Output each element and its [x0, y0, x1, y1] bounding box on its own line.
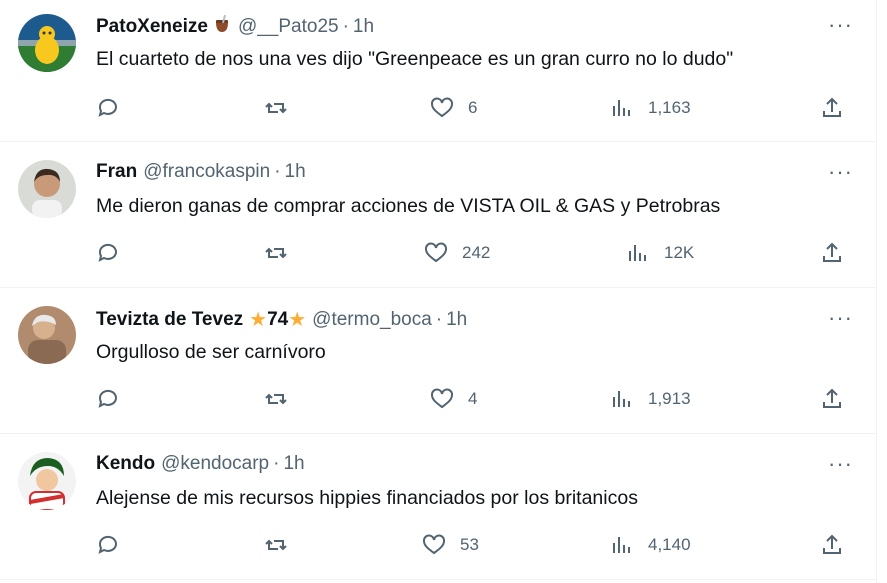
- handle[interactable]: @kendocarp: [161, 453, 269, 475]
- display-name[interactable]: Kendo: [96, 453, 155, 475]
- reply-icon: [98, 389, 117, 408]
- avatar[interactable]: [18, 452, 76, 510]
- reply-icon: [98, 535, 117, 554]
- handle[interactable]: @termo_boca: [312, 309, 432, 331]
- separator: ·: [273, 453, 280, 474]
- display-name-number: 74: [267, 308, 289, 330]
- retweet-button[interactable]: [264, 387, 288, 411]
- more-options-icon[interactable]: ···: [828, 451, 853, 477]
- tweet-header: Tevizta de Tevez ★ 74 ★ @termo_boca · 1h: [96, 307, 467, 332]
- tweet-header: Fran @francokaspin · 1h: [96, 161, 306, 183]
- like-count: 6: [468, 98, 478, 117]
- tweet[interactable]: Fran @francokaspin · 1h ··· Me dieron ga…: [0, 141, 877, 288]
- view-count: 12K: [664, 243, 695, 262]
- share-icon: [823, 242, 841, 262]
- tweet[interactable]: Tevizta de Tevez ★ 74 ★ @termo_boca · 1h…: [0, 287, 877, 434]
- retweet-button[interactable]: [264, 96, 288, 120]
- share-button[interactable]: [820, 96, 844, 120]
- heart-icon: [423, 534, 445, 555]
- tweet[interactable]: PatoXeneize @__Pato25 · 1h ··· El cuarte…: [0, 0, 877, 142]
- avatar[interactable]: [18, 160, 76, 218]
- separator: ·: [435, 308, 443, 330]
- share-icon: [823, 97, 841, 117]
- display-name[interactable]: Tevizta de Tevez: [96, 309, 243, 331]
- tweet-header: PatoXeneize @__Pato25 · 1h: [96, 14, 374, 39]
- tweet-actions: 4 1,913: [96, 387, 856, 413]
- timestamp[interactable]: 1h: [283, 453, 304, 475]
- tweet-feed: PatoXeneize @__Pato25 · 1h ··· El cuarte…: [0, 0, 887, 583]
- more-options-icon[interactable]: ···: [828, 12, 853, 38]
- like-count: 4: [468, 389, 478, 408]
- like-button[interactable]: 242: [424, 241, 490, 265]
- share-icon: [823, 388, 841, 408]
- views-icon: [613, 537, 630, 553]
- retweet-button[interactable]: [264, 533, 288, 557]
- reply-button[interactable]: [96, 241, 120, 265]
- timestamp[interactable]: 1h: [353, 16, 374, 38]
- reply-icon: [98, 98, 117, 117]
- heart-icon: [431, 388, 453, 409]
- retweet-icon: [265, 247, 287, 259]
- view-count: 1,163: [648, 98, 691, 117]
- more-options-icon[interactable]: ···: [828, 305, 853, 331]
- handle[interactable]: @__Pato25: [238, 16, 339, 38]
- views-button[interactable]: 12K: [626, 241, 694, 265]
- separator: ·: [274, 161, 281, 182]
- reply-button[interactable]: [96, 387, 120, 411]
- tweet-text: Me dieron ganas de comprar acciones de V…: [96, 195, 721, 217]
- mate-icon: [212, 14, 232, 39]
- handle[interactable]: @francokaspin: [143, 161, 270, 183]
- tweet-text: Alejense de mis recursos hippies financi…: [96, 487, 638, 509]
- display-name[interactable]: PatoXeneize: [96, 16, 208, 38]
- tweet-text: Orgulloso de ser carnívoro: [96, 341, 326, 363]
- reply-button[interactable]: [96, 96, 120, 120]
- tweet-header: Kendo @kendocarp · 1h: [96, 453, 305, 475]
- more-options-icon[interactable]: ···: [828, 159, 853, 185]
- retweet-icon: [265, 102, 287, 114]
- reply-icon: [98, 243, 117, 262]
- tweet[interactable]: Kendo @kendocarp · 1h ··· Alejense de mi…: [0, 433, 877, 580]
- tweet-text: El cuarteto de nos una ves dijo "Greenpe…: [96, 48, 734, 70]
- views-button[interactable]: 1,913: [610, 387, 691, 411]
- share-button[interactable]: [820, 387, 844, 411]
- retweet-icon: [265, 393, 287, 405]
- tweet-actions: 242 12K: [96, 241, 856, 267]
- share-button[interactable]: [820, 241, 844, 265]
- share-button[interactable]: [820, 533, 844, 557]
- like-count: 53: [460, 535, 479, 554]
- views-icon: [613, 100, 630, 116]
- retweet-button[interactable]: [264, 241, 288, 265]
- views-icon: [629, 245, 646, 261]
- view-count: 1,913: [648, 389, 691, 408]
- share-icon: [823, 534, 841, 554]
- display-name[interactable]: Fran: [96, 161, 137, 183]
- like-button[interactable]: 4: [430, 387, 477, 411]
- avatar[interactable]: [18, 14, 76, 72]
- views-button[interactable]: 1,163: [610, 96, 691, 120]
- heart-icon: [431, 97, 453, 118]
- retweet-icon: [265, 539, 287, 551]
- views-icon: [613, 391, 630, 407]
- like-count: 242: [462, 243, 491, 262]
- feed-edge: [876, 0, 887, 583]
- timestamp[interactable]: 1h: [446, 309, 467, 331]
- reply-button[interactable]: [96, 533, 120, 557]
- heart-icon: [425, 242, 447, 263]
- star-icon: ★: [249, 309, 268, 331]
- separator: ·: [342, 15, 349, 37]
- timestamp[interactable]: 1h: [285, 161, 306, 183]
- views-button[interactable]: 4,140: [610, 533, 691, 557]
- like-button[interactable]: 6: [430, 96, 477, 120]
- view-count: 4,140: [648, 535, 691, 554]
- tweet-actions: 6 1,163: [96, 96, 856, 122]
- star-icon: ★: [288, 309, 307, 331]
- tweet-actions: 53 4,140: [96, 533, 856, 559]
- like-button[interactable]: 53: [422, 533, 479, 557]
- avatar[interactable]: [18, 306, 76, 364]
